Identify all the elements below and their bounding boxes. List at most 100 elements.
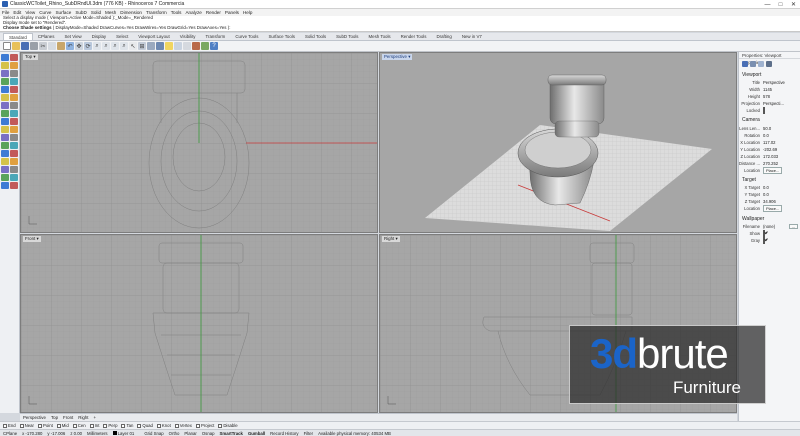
- viewport-tab-right[interactable]: Right: [78, 415, 88, 420]
- status-ortho[interactable]: Ortho: [169, 431, 180, 436]
- rotate-view-icon[interactable]: ⟳: [84, 42, 92, 50]
- point-tool-icon[interactable]: [1, 54, 9, 61]
- status-record-history[interactable]: Record History: [270, 431, 298, 436]
- fillet-tool-icon[interactable]: [1, 110, 9, 117]
- paste-icon[interactable]: [57, 42, 65, 50]
- text-tool-icon[interactable]: [1, 158, 9, 165]
- tab-transform[interactable]: Transform: [200, 33, 230, 40]
- cut-icon[interactable]: ✂: [39, 42, 47, 50]
- viewport-tab-perspective[interactable]: Perspective: [23, 415, 46, 420]
- viewport-tab-top[interactable]: Top: [51, 415, 58, 420]
- camera-icon[interactable]: [766, 61, 772, 67]
- offset-tool-icon[interactable]: [10, 110, 18, 117]
- print-icon[interactable]: [30, 42, 38, 50]
- zoom-window-icon[interactable]: ⌕: [111, 42, 119, 50]
- menu-render[interactable]: Render: [206, 10, 221, 15]
- shaded-icon[interactable]: [147, 42, 155, 50]
- viewport-front-label[interactable]: Front ▾: [23, 236, 41, 242]
- dimension-tool-icon[interactable]: [10, 158, 18, 165]
- camera-place-button[interactable]: Place...: [763, 166, 783, 174]
- status-cplane[interactable]: CPlane: [3, 431, 17, 436]
- osnap-knot[interactable]: Knot: [156, 423, 171, 428]
- lens-length-value[interactable]: 50.0: [762, 126, 800, 131]
- tab-mesh-tools[interactable]: Mesh Tools: [364, 33, 396, 40]
- lightbulb-icon[interactable]: [165, 42, 173, 50]
- trim-tool-icon[interactable]: [1, 118, 9, 125]
- osnap-mid[interactable]: Mid: [56, 423, 69, 428]
- camera-x-location-value[interactable]: 117.02: [762, 140, 800, 145]
- polyline-tool-icon[interactable]: [1, 62, 9, 69]
- tab-new-in-v7[interactable]: New in V7: [457, 33, 487, 40]
- zoom-selected-icon[interactable]: ⌕: [120, 42, 128, 50]
- status-units[interactable]: Millimeters: [87, 431, 108, 436]
- x-target-value[interactable]: 0.0: [762, 185, 800, 190]
- tab-solid-tools[interactable]: Solid Tools: [300, 33, 331, 40]
- property-title-value[interactable]: Perspective: [762, 80, 800, 85]
- osnap-checkbox[interactable]: [121, 423, 126, 428]
- status-layer[interactable]: Layer 01: [112, 430, 140, 436]
- hide-tool-icon[interactable]: [1, 166, 9, 173]
- maximize-button[interactable]: □: [774, 0, 787, 9]
- osnap-checkbox[interactable]: [137, 423, 142, 428]
- osnap-checkbox[interactable]: [174, 423, 179, 428]
- mirror-tool-icon[interactable]: [1, 150, 9, 157]
- materials-icon[interactable]: [201, 42, 209, 50]
- box-tool-icon[interactable]: [10, 86, 18, 93]
- join-tool-icon[interactable]: [1, 126, 9, 133]
- zoom-extents-icon[interactable]: ⌕: [102, 42, 110, 50]
- chevron-down-icon[interactable]: ▾: [408, 54, 410, 59]
- circle-tool-icon[interactable]: [1, 70, 9, 77]
- osnap-vertex[interactable]: Vertex: [174, 423, 192, 428]
- z-target-value[interactable]: 34.906: [762, 199, 800, 204]
- osnap-checkbox[interactable]: [89, 423, 94, 428]
- locked-checkbox[interactable]: [763, 107, 765, 115]
- chevron-down-icon[interactable]: ▾: [36, 236, 38, 241]
- tab-viewport-layout[interactable]: Viewport Layout: [133, 33, 174, 40]
- boolean-tool-icon[interactable]: [10, 102, 18, 109]
- osnap-checkbox[interactable]: [195, 423, 200, 428]
- line-tool-icon[interactable]: [10, 54, 18, 61]
- viewport-perspective[interactable]: Perspective ▾: [379, 52, 737, 233]
- object-properties-icon[interactable]: [750, 61, 756, 67]
- wallpaper-gray-checkbox[interactable]: [763, 236, 765, 244]
- tab-surface-tools[interactable]: Surface Tools: [263, 33, 300, 40]
- tab-select[interactable]: Select: [111, 33, 133, 40]
- osnap-checkbox[interactable]: [56, 423, 61, 428]
- tab-display[interactable]: Display: [87, 33, 111, 40]
- projection-dropdown[interactable]: Perspecti...: [762, 101, 800, 106]
- status-gumball[interactable]: Gumball: [248, 431, 265, 436]
- array-tool-icon[interactable]: [10, 150, 18, 157]
- close-button[interactable]: ✕: [787, 0, 800, 9]
- osnap-perp[interactable]: Perp: [103, 423, 117, 428]
- group-tool-icon[interactable]: [10, 174, 18, 181]
- new-file-icon[interactable]: [3, 42, 11, 50]
- cylinder-tool-icon[interactable]: [10, 94, 18, 101]
- polygon-tool-icon[interactable]: [10, 78, 18, 85]
- status-grid-snap[interactable]: Grid Snap: [144, 431, 163, 436]
- undo-icon[interactable]: ↶: [66, 42, 74, 50]
- four-viewports-icon[interactable]: ⊞: [138, 42, 146, 50]
- material-icon[interactable]: [758, 61, 764, 67]
- save-icon[interactable]: [21, 42, 29, 50]
- status-osnap[interactable]: Osnap: [202, 431, 215, 436]
- select-icon[interactable]: ↖: [129, 42, 137, 50]
- viewport-properties-icon[interactable]: [742, 61, 748, 67]
- menu-tools[interactable]: Tools: [171, 10, 182, 15]
- viewport-right-label[interactable]: Right ▾: [382, 236, 400, 242]
- viewport-front[interactable]: Front ▾: [20, 234, 378, 413]
- move-tool-icon[interactable]: [1, 134, 9, 141]
- viewport-top-label[interactable]: Top ▾: [23, 54, 38, 60]
- osnap-checkbox[interactable]: [218, 423, 223, 428]
- viewport-tab-front[interactable]: Front: [63, 415, 73, 420]
- target-place-button[interactable]: Place...: [763, 205, 783, 213]
- lock-tool-icon[interactable]: [10, 166, 18, 173]
- osnap-tan[interactable]: Tan: [121, 423, 133, 428]
- add-viewport-tab-button[interactable]: +: [94, 415, 97, 420]
- wallpaper-browse-button[interactable]: ...: [788, 223, 798, 229]
- property-height-value[interactable]: 578: [762, 94, 800, 99]
- viewport-top[interactable]: Top ▾: [20, 52, 378, 233]
- curve-tool-icon[interactable]: [10, 62, 18, 69]
- osnap-point[interactable]: Point: [37, 423, 53, 428]
- chevron-down-icon[interactable]: ▾: [33, 54, 35, 59]
- copy-tool-icon[interactable]: [10, 134, 18, 141]
